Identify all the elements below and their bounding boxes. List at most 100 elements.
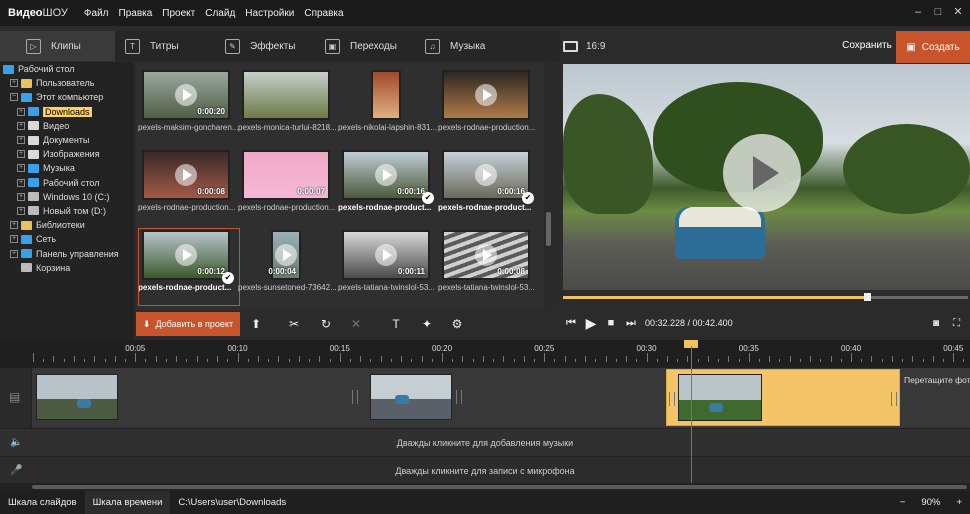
tab-titles[interactable]: T Титры: [115, 31, 215, 61]
playback-knob[interactable]: [863, 293, 871, 301]
media-thumbnail[interactable]: 0:00:11 pexels-tatiana-twinslol-53...: [338, 230, 435, 292]
selected-timeline-clip[interactable]: [666, 369, 900, 426]
tab-clips[interactable]: ▷ Клипы: [0, 31, 115, 61]
tree-item[interactable]: + Документы: [0, 133, 134, 147]
menu-item[interactable]: Слайд: [205, 8, 235, 19]
expander-icon[interactable]: +: [10, 221, 18, 230]
tree-item[interactable]: − Этот компьютер: [0, 90, 134, 104]
play-icon[interactable]: [175, 164, 197, 186]
close-button[interactable]: ✕: [950, 4, 966, 20]
expander-icon[interactable]: +: [17, 136, 25, 145]
upload-arrow-icon[interactable]: ⬆: [248, 316, 264, 332]
expander-icon[interactable]: +: [17, 178, 25, 187]
tab-effects[interactable]: ✎ Эффекты: [215, 31, 315, 61]
tree-item[interactable]: + Сеть: [0, 232, 134, 246]
media-thumbnail[interactable]: pexels-nikolai-lapshin-831...: [338, 70, 437, 132]
clip-handle[interactable]: [352, 390, 358, 404]
menu-item[interactable]: Справка: [304, 8, 343, 19]
play-icon[interactable]: [175, 84, 197, 106]
tab-transitions[interactable]: ▣ Переходы: [315, 31, 415, 61]
mute-icon[interactable]: ✕: [348, 316, 364, 332]
menu-item[interactable]: Правка: [119, 8, 153, 19]
tree-item[interactable]: + Видео: [0, 119, 134, 133]
play-icon[interactable]: [475, 84, 497, 106]
play-icon[interactable]: ▶: [583, 315, 599, 332]
media-thumbnail[interactable]: 0:00:08 pexels-tatiana-twinslol-53...: [438, 230, 535, 292]
tree-item[interactable]: + Библиотеки: [0, 218, 134, 232]
tab-music[interactable]: ♫ Музыка: [415, 31, 515, 61]
music-track[interactable]: 🔈 Дважды кликните для добавления музыки: [0, 428, 970, 456]
fullscreen-icon[interactable]: ⛶: [953, 318, 960, 329]
expander-icon[interactable]: +: [10, 235, 18, 244]
media-thumbnail[interactable]: 0:00:07 pexels-rodnae-production...: [238, 150, 335, 212]
media-scrollbar[interactable]: [544, 62, 554, 310]
expander-icon[interactable]: +: [17, 164, 25, 173]
video-preview[interactable]: [563, 64, 970, 290]
menu-item[interactable]: Файл: [84, 8, 109, 19]
play-icon[interactable]: [375, 164, 397, 186]
tree-item[interactable]: + Пользователь: [0, 76, 134, 90]
create-button[interactable]: ▣ Создать: [896, 31, 970, 63]
menu-item[interactable]: Проект: [162, 8, 195, 19]
next-icon[interactable]: ⏭: [623, 317, 639, 330]
tree-item[interactable]: Корзина: [0, 261, 134, 275]
add-to-project-button[interactable]: ⬇ Добавить в проект: [136, 312, 240, 336]
tree-item[interactable]: + Windows 10 (C:): [0, 190, 134, 204]
minimize-button[interactable]: –: [910, 4, 926, 20]
expander-icon[interactable]: +: [17, 121, 25, 130]
rotate-icon[interactable]: ↻: [318, 316, 334, 332]
menu-item[interactable]: Настройки: [245, 8, 294, 19]
expander-icon[interactable]: +: [17, 206, 25, 215]
magic-wand-icon[interactable]: ✦: [419, 316, 435, 332]
tree-item[interactable]: + Рабочий стол: [0, 176, 134, 190]
snapshot-icon[interactable]: ◙: [933, 318, 939, 329]
maximize-button[interactable]: □: [930, 4, 946, 20]
media-thumbnail[interactable]: 0:00:16 ✔ pexels-rodnae-product...: [438, 150, 534, 212]
expander-icon[interactable]: +: [17, 192, 25, 201]
expander-icon[interactable]: +: [17, 150, 25, 159]
media-thumbnail[interactable]: 0:00:16 ✔ pexels-rodnae-product...: [338, 150, 434, 212]
tab-timeline-scale[interactable]: Шкала времени: [84, 491, 171, 514]
scissors-icon[interactable]: ✂: [286, 316, 302, 332]
scrollbar-thumb[interactable]: [546, 212, 551, 246]
clip-handle[interactable]: [456, 390, 462, 404]
tab-slides-scale[interactable]: Шкала слайдов: [0, 491, 85, 514]
timeline-scrollbar-thumb[interactable]: [32, 485, 967, 489]
playback-progress[interactable]: [563, 293, 968, 301]
timeline-ruler[interactable]: 00:05 00:10 00:15 00:20 00:25 00:30 00:35 00:40…: [0, 340, 970, 368]
zoom-out-button[interactable]: −: [900, 497, 906, 508]
tree-item[interactable]: Рабочий стол: [0, 62, 134, 76]
previous-icon[interactable]: ⏮: [563, 317, 579, 330]
tree-item[interactable]: + Музыка: [0, 161, 134, 175]
media-thumbnail[interactable]: pexels-rodnae-production...: [438, 70, 535, 132]
play-icon[interactable]: [475, 164, 497, 186]
play-icon[interactable]: [375, 244, 397, 266]
media-thumbnail[interactable]: pexels-monica-turlui-8218...: [238, 70, 337, 132]
expander-icon[interactable]: +: [17, 107, 25, 116]
media-thumbnail[interactable]: 0:00:04 pexels-sunsetoned-73642...: [238, 230, 337, 292]
stop-icon[interactable]: ■: [603, 317, 619, 329]
expander-icon[interactable]: −: [10, 93, 18, 102]
tree-item[interactable]: + Новый том (D:): [0, 204, 134, 218]
aspect-ratio-button[interactable]: 16:9: [563, 31, 605, 61]
expander-icon[interactable]: +: [10, 79, 18, 88]
zoom-in-button[interactable]: +: [956, 497, 962, 508]
timeline-scrollbar[interactable]: [0, 483, 970, 491]
play-icon[interactable]: [475, 244, 497, 266]
microphone-track[interactable]: 🎤 Дважды кликните для записи с микрофона: [0, 456, 970, 483]
timeline-clip[interactable]: [36, 374, 118, 420]
play-icon[interactable]: [275, 244, 297, 266]
timeline-clip[interactable]: [370, 374, 452, 420]
media-thumbnail[interactable]: 0:00:08 pexels-rodnae-production...: [138, 150, 235, 212]
tree-item[interactable]: + Изображения: [0, 147, 134, 161]
media-thumbnail[interactable]: 0:00:20 pexels-maksim-goncharen...: [138, 70, 238, 132]
media-thumbnail[interactable]: 0:00:12 ✔ pexels-rodnae-product...: [138, 228, 240, 306]
clip-handle[interactable]: [669, 392, 675, 406]
text-icon[interactable]: T: [388, 316, 404, 332]
play-overlay-icon[interactable]: [723, 134, 801, 212]
expander-icon[interactable]: +: [10, 249, 18, 258]
clip-handle[interactable]: [891, 392, 897, 406]
gear-icon[interactable]: ⚙: [449, 316, 465, 332]
play-icon[interactable]: [175, 244, 197, 266]
tree-item[interactable]: + Панель управления: [0, 246, 134, 260]
